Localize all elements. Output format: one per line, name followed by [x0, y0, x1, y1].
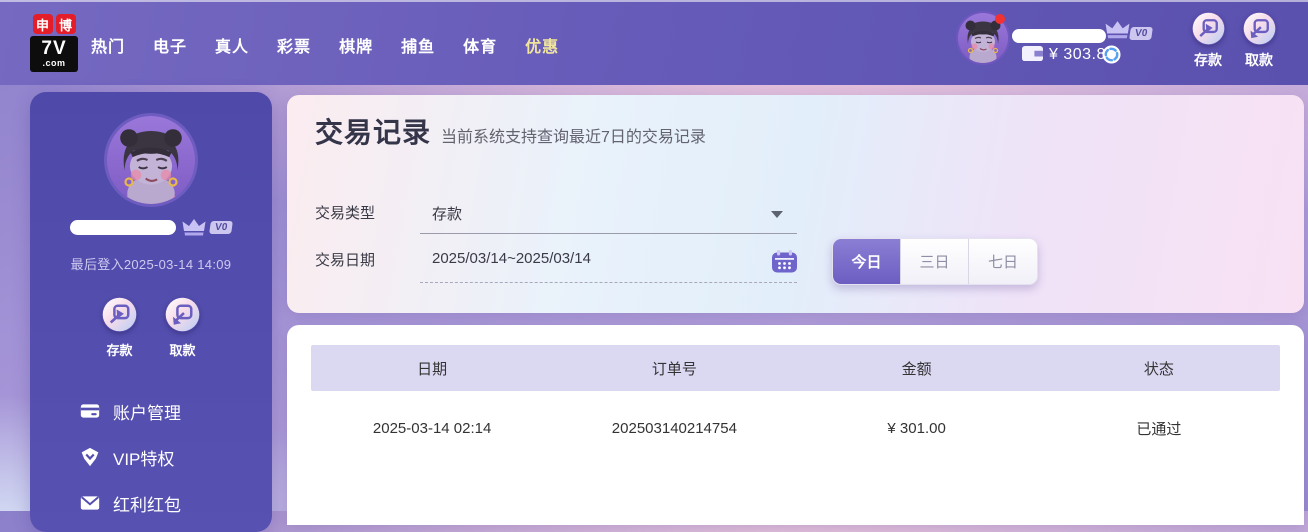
title-row: 交易记录 当前系统支持查询最近7日的交易记录 [315, 111, 706, 151]
page-title: 交易记录 [315, 117, 432, 148]
username-censored [1012, 29, 1106, 43]
sidebar-item-label: 红利红包 [113, 495, 181, 515]
column-header-status: 状态 [1143, 360, 1174, 378]
sidebar-item-label: VIP特权 [113, 449, 175, 469]
logo-badge-left: 申 [32, 14, 53, 34]
bank-card-icon [80, 404, 100, 418]
sidebar-item-account-management[interactable]: 账户管理 [30, 388, 272, 434]
logo-badges: 申 博 [32, 14, 76, 34]
nav-item-lottery[interactable]: 彩票 [277, 33, 311, 57]
nav-item-poker[interactable]: 棋牌 [339, 33, 373, 57]
cell-amount: ¥ 301.00 [887, 419, 946, 437]
nav-item-live[interactable]: 真人 [215, 33, 249, 57]
sidebar-withdraw-button[interactable]: 取款 [165, 297, 200, 359]
table-row: 2025-03-14 02:14 202503140214754 ¥ 301.0… [311, 391, 1280, 465]
transaction-table: 日期 订单号 金额 状态 2025-03-14 02:14 2025031402… [311, 345, 1280, 465]
logo-box: 7V .com [30, 36, 78, 72]
notification-dot [995, 14, 1005, 24]
deposit-label: 存款 [1194, 52, 1222, 68]
column-header-date: 日期 [417, 360, 448, 378]
deposit-label: 存款 [106, 343, 133, 358]
vip-badge-icon [81, 447, 99, 467]
transaction-date-label: 交易日期 [315, 252, 376, 269]
column-header-order-no: 订单号 [651, 360, 697, 378]
date-range-button-group: 今日 三日 七日 [832, 238, 1038, 285]
transaction-filter-card: 交易记录 当前系统支持查询最近7日的交易记录 交易类型 存款 交易日期 2025… [287, 95, 1304, 313]
profile-avatar [107, 116, 195, 204]
deposit-button[interactable]: 存款 [1186, 12, 1230, 70]
cell-status: 已通过 [1136, 420, 1182, 438]
top-navigation-bar: 申 博 7V .com 热门 电子 真人 彩票 棋牌 捕鱼 体育 优惠 V0 ¥… [0, 0, 1308, 85]
profile-username-row: V0 [69, 217, 234, 237]
crown-icon [1104, 19, 1131, 40]
sidebar-item-bonus-redpacket[interactable]: 红利红包 [30, 480, 272, 526]
transaction-type-value: 存款 [432, 206, 463, 223]
transaction-date-value: 2025/03/14~2025/03/14 [432, 250, 591, 267]
range-button-seven-days[interactable]: 七日 [969, 239, 1037, 284]
sidebar-item-vip-privileges[interactable]: VIP特权 [30, 434, 272, 480]
sidebar-deposit-button[interactable]: 存款 [102, 297, 137, 359]
transaction-type-select[interactable]: 存款 [420, 195, 797, 234]
sidebar-menu: 账户管理 VIP特权 红利红包 [30, 388, 272, 526]
range-button-today[interactable]: 今日 [833, 239, 901, 284]
page-subtitle: 当前系统支持查询最近7日的交易记录 [441, 129, 706, 146]
cell-order-no: 202503140214754 [611, 419, 737, 437]
cell-date: 2025-03-14 02:14 [372, 419, 492, 437]
nav-item-fishing[interactable]: 捕鱼 [401, 33, 435, 57]
vip-level-badge: V0 [208, 220, 234, 234]
wallet-icon [1022, 46, 1043, 62]
profile-sidebar: V0 最后登入2025-03-14 14:09 存款 取款 账户管理 VIP特权… [30, 92, 272, 532]
nav-item-hot[interactable]: 热门 [91, 33, 125, 57]
withdraw-label: 取款 [169, 343, 196, 358]
transaction-type-label: 交易类型 [315, 205, 376, 222]
nav-item-slots[interactable]: 电子 [153, 33, 187, 57]
site-logo[interactable]: 申 博 7V .com [30, 14, 78, 72]
logo-name: 7V [41, 38, 67, 59]
envelope-icon [80, 496, 100, 510]
column-header-amount: 金额 [901, 360, 932, 378]
crown-icon [181, 217, 207, 237]
deposit-icon [1191, 12, 1225, 45]
chevron-down-icon [771, 211, 783, 218]
deposit-icon [102, 297, 137, 332]
calendar-icon[interactable] [772, 250, 797, 273]
transaction-date-field[interactable]: 2025/03/14~2025/03/14 [420, 242, 797, 283]
logo-suffix: .com [42, 58, 66, 68]
withdraw-label: 取款 [1245, 52, 1273, 68]
withdraw-icon [165, 297, 200, 332]
transaction-table-card: 日期 订单号 金额 状态 2025-03-14 02:14 2025031402… [287, 325, 1304, 525]
withdraw-icon [1242, 12, 1276, 45]
sidebar-item-label: 账户管理 [113, 403, 181, 423]
range-button-three-days[interactable]: 三日 [901, 239, 969, 284]
withdraw-button[interactable]: 取款 [1237, 12, 1281, 70]
table-header-row: 日期 订单号 金额 状态 [311, 345, 1280, 391]
refresh-balance-icon[interactable] [1102, 45, 1121, 64]
username-censored [69, 219, 176, 235]
quick-actions: 存款 取款 [102, 297, 200, 359]
nav-item-sports[interactable]: 体育 [463, 33, 497, 57]
nav-item-promotions[interactable]: 优惠 [525, 33, 559, 57]
logo-badge-right: 博 [55, 14, 76, 34]
last-login-text: 最后登入2025-03-14 14:09 [70, 257, 232, 272]
vip-level-badge: V0 [1129, 27, 1154, 40]
main-nav: 热门 电子 真人 彩票 棋牌 捕鱼 体育 优惠 [91, 2, 559, 87]
